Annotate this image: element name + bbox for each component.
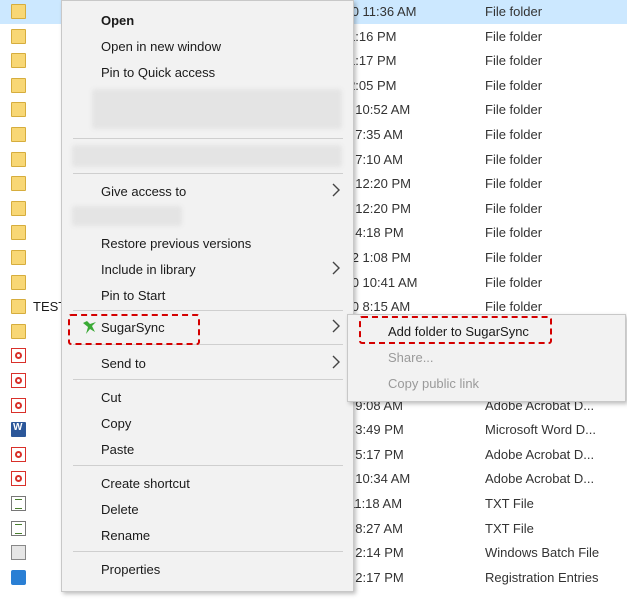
menu-item-cut[interactable]: Cut [62,386,353,410]
file-type: File folder [485,225,543,241]
chevron-right-icon [332,355,340,369]
batch-icon [11,545,26,561]
folder-icon [11,151,26,167]
menu-item-label: Open in new window [101,39,221,54]
folder-icon [11,250,26,265]
folder-icon [11,4,26,19]
pdf-icon [11,348,26,364]
folder-icon [11,77,26,93]
menu-item-label: Create shortcut [101,476,190,491]
pdf-icon [11,471,26,487]
add-folder-highlight-box [359,316,552,344]
file-type: File folder [485,4,543,19]
menu-item-include-library[interactable]: Include in library [62,258,353,282]
sugarsync-highlight-box [68,314,200,345]
menu-item-label: Delete [101,502,139,517]
blurred-menu-item [72,145,342,167]
submenu-item-share: Share... [348,346,625,370]
folder-icon [11,225,26,241]
menu-item-pin-quick-access[interactable]: Pin to Quick access [62,61,353,85]
pdf-icon [11,397,26,413]
chevron-right-icon [332,183,340,197]
file-type: Microsoft Word D... [485,422,597,438]
blurred-menu-item [72,206,182,226]
submenu-item-label: Share... [388,350,434,365]
txt-icon [11,520,26,536]
menu-item-label: Copy [101,416,132,431]
file-type: File folder [485,77,543,93]
menu-item-label: Pin to Quick access [101,65,216,80]
menu-item-label: Properties [101,562,161,577]
menu-item-open[interactable]: Open [62,9,353,33]
file-type: TXT File [485,520,534,536]
menu-item-label: Pin to Start [101,288,166,303]
menu-item-rename[interactable]: Rename [62,524,353,548]
menu-item-pin-start[interactable]: Pin to Start [62,284,353,308]
menu-item-label: Cut [101,390,122,405]
menu-item-give-access[interactable]: Give access to [62,180,353,204]
file-type: File folder [485,28,543,44]
menu-separator [73,465,343,466]
menu-item-open-label: Open [101,13,135,28]
menu-item-restore-versions[interactable]: Restore previous versions [62,232,353,256]
pdf-icon [11,446,26,462]
menu-item-label: Include in library [101,262,196,277]
submenu-item-label: Copy public link [388,376,480,391]
file-type: File folder [485,176,543,192]
word-icon [11,422,26,438]
file-type: File folder [485,151,543,167]
folder-icon [11,176,26,192]
chevron-right-icon [332,319,340,333]
menu-separator [73,173,343,174]
file-type: Windows Batch File [485,545,600,561]
menu-item-copy[interactable]: Copy [62,412,353,436]
folder-icon [11,299,26,315]
context-menu: Open Open in new window Pin to Quick acc… [61,0,354,592]
file-type: File folder [485,274,543,290]
file-type: File folder [485,127,543,142]
menu-item-delete[interactable]: Delete [62,498,353,522]
menu-item-label: Restore previous versions [101,236,252,251]
menu-item-label: Rename [101,528,151,543]
menu-separator [73,551,343,552]
pdf-icon [11,373,26,388]
file-type: File folder [485,250,543,265]
file-type: File folder [485,102,543,118]
folder-icon [11,53,26,69]
folder-icon [11,200,26,216]
menu-separator [73,310,343,311]
folder-icon [11,323,26,339]
folder-icon [11,127,26,142]
file-type: Adobe Acrobat D... [485,471,595,487]
menu-item-properties[interactable]: Properties [62,558,353,582]
submenu-item-copy-public-link: Copy public link [348,372,625,396]
menu-item-label: Send to [101,356,146,371]
folder-icon [11,102,26,118]
file-type: File folder [485,299,543,315]
menu-item-paste[interactable]: Paste [62,438,353,462]
file-type: Adobe Acrobat D... [485,446,595,462]
file-type: TXT File [485,496,534,511]
menu-item-create-shortcut[interactable]: Create shortcut [62,472,353,496]
folder-icon [11,28,26,44]
registry-icon [11,569,26,585]
folder-icon [11,274,26,290]
menu-separator [73,379,343,380]
menu-item-label: Paste [101,442,135,457]
menu-separator [73,138,343,139]
txt-icon [11,496,26,511]
file-type: File folder [485,200,543,216]
blurred-menu-region [92,89,342,129]
chevron-right-icon [332,261,340,275]
menu-item-open-new-window[interactable]: Open in new window [62,35,353,59]
menu-item-send-to[interactable]: Send to [62,352,353,376]
file-type: File folder [485,53,543,69]
menu-item-label: Give access to [101,184,187,199]
file-type: Registration Entries [485,569,599,585]
